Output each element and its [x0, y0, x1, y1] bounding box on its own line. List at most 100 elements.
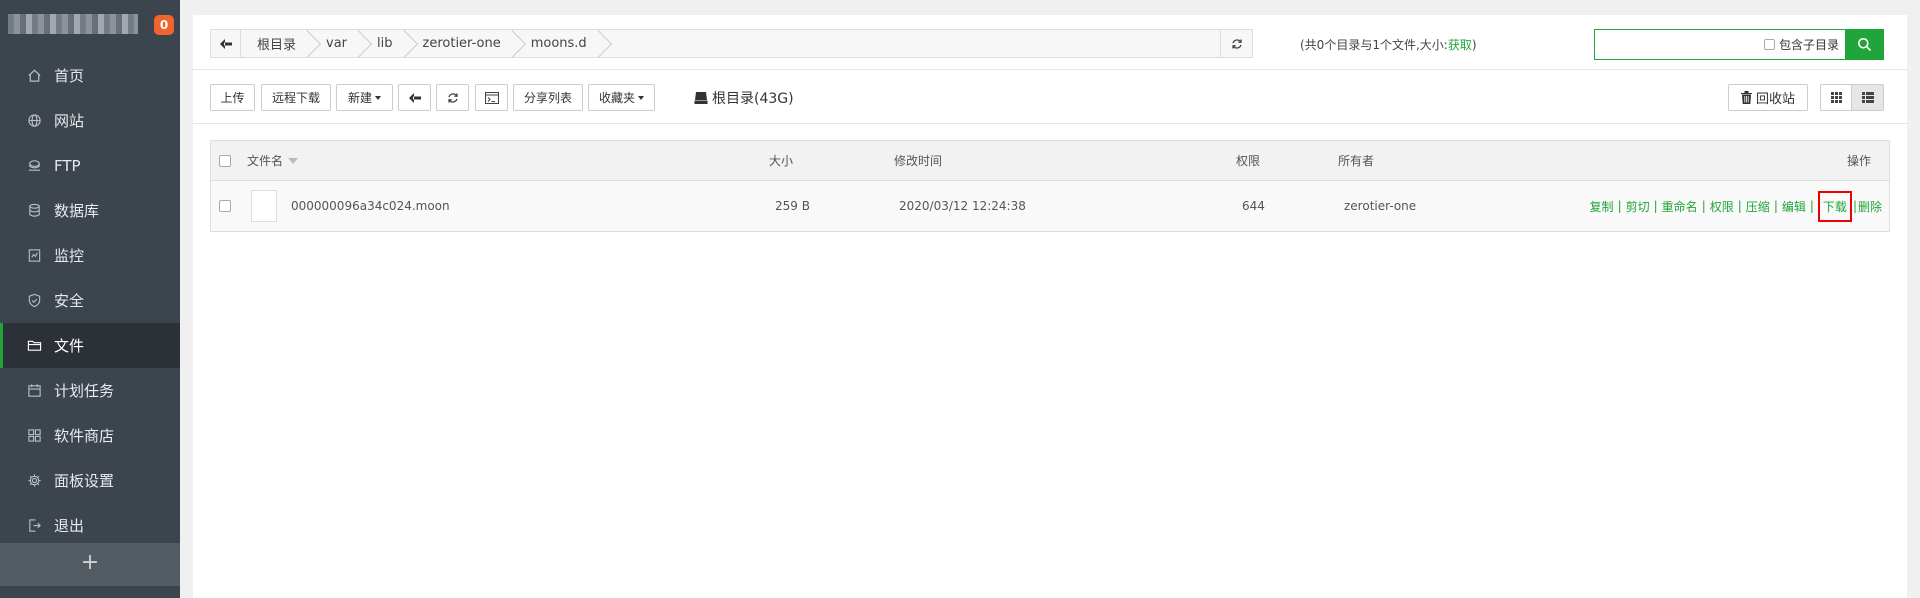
refresh-button[interactable]	[436, 84, 469, 111]
row-actions: 复制 | 剪切 | 重命名 | 权限 | 压缩 | 编辑 | 下载 | 删除	[1590, 181, 1882, 231]
remote-download-button[interactable]: 远程下载	[261, 84, 331, 111]
back-arrow-button[interactable]	[211, 30, 241, 57]
folder-icon	[26, 338, 42, 354]
arrow-left-icon	[219, 38, 232, 49]
file-search: 包含子目录	[1594, 29, 1884, 60]
arrow-left-icon	[408, 92, 421, 103]
copy-link[interactable]: 复制	[1590, 198, 1614, 215]
toolbar: 上传 远程下载 新建 分享列表 收藏夹 根目录(43G) 回收站	[193, 70, 1907, 124]
back-button[interactable]	[398, 84, 431, 111]
home-icon	[26, 68, 42, 84]
breadcrumb-segment[interactable]: moons.d	[515, 30, 601, 57]
sidebar-item-label: 首页	[54, 67, 85, 85]
breadcrumb-segment[interactable]: zerotier-one	[407, 30, 515, 57]
gear-icon	[26, 473, 42, 489]
refresh-icon	[447, 92, 458, 103]
file-table: 文件名 大小 修改时间 权限 所有者 操作 000000096a34c024.m…	[210, 140, 1890, 232]
header-actions: 操作	[1846, 154, 1871, 168]
sidebar-item-label: 退出	[54, 517, 85, 535]
sidebar-item-logout[interactable]: 退出	[0, 503, 180, 548]
path-bar-row: 根目录 var lib zerotier-one moons.d (共0个目录与…	[193, 15, 1907, 70]
sidebar-item-label: 安全	[54, 292, 85, 310]
share-list-button[interactable]: 分享列表	[513, 84, 583, 111]
terminal-button[interactable]	[475, 84, 508, 111]
header-size[interactable]: 大小	[769, 141, 793, 180]
terminal-icon	[484, 91, 499, 104]
search-input[interactable]	[1595, 30, 1764, 59]
table-header: 文件名 大小 修改时间 权限 所有者 操作	[211, 141, 1889, 181]
file-icon	[251, 190, 277, 222]
include-subdir-option[interactable]: 包含子目录	[1763, 30, 1845, 59]
row-select-cell	[219, 181, 231, 231]
permissions-link[interactable]: 权限	[1710, 198, 1734, 215]
sidebar-item-monitor[interactable]: 监控	[0, 233, 180, 278]
notification-badge[interactable]: 0	[154, 15, 174, 35]
refresh-path-button[interactable]	[1220, 30, 1252, 57]
search-icon	[1857, 38, 1871, 52]
shield-icon	[26, 293, 42, 309]
file-name-cell[interactable]: 000000096a34c024.moon	[251, 181, 450, 231]
file-permissions[interactable]: 644	[1242, 181, 1265, 231]
rename-link[interactable]: 重命名	[1662, 198, 1698, 215]
cut-link[interactable]: 剪切	[1626, 198, 1650, 215]
calendar-icon	[26, 383, 42, 399]
table-row[interactable]: 000000096a34c024.moon 259 B 2020/03/12 1…	[211, 181, 1889, 231]
sidebar-item-label: FTP	[54, 156, 81, 175]
sidebar-item-ftp[interactable]: FTP	[0, 143, 180, 188]
caret-down-icon	[375, 95, 381, 100]
sidebar-item-files[interactable]: 文件	[0, 323, 180, 368]
sidebar-header: 0	[0, 0, 180, 50]
hard-drive-icon	[694, 92, 708, 104]
delete-link[interactable]: 删除	[1858, 198, 1882, 215]
recycle-bin-button[interactable]: 回收站	[1728, 84, 1808, 111]
file-modified-time: 2020/03/12 12:24:38	[899, 199, 1026, 213]
include-subdir-checkbox[interactable]	[1763, 39, 1775, 50]
disk-selector[interactable]: 根目录(43G)	[694, 88, 794, 108]
list-view-button[interactable]	[1851, 84, 1884, 111]
grid-view-button[interactable]	[1820, 84, 1852, 111]
upload-button[interactable]: 上传	[210, 84, 255, 111]
add-shortcut-button[interactable]: +	[0, 543, 180, 586]
download-link[interactable]: 下载	[1817, 190, 1852, 222]
row-checkbox[interactable]	[219, 200, 231, 212]
apps-icon	[26, 428, 42, 444]
sidebar-item-label: 计划任务	[54, 382, 115, 400]
logout-icon	[26, 518, 42, 534]
sidebar-item-label: 数据库	[54, 202, 100, 220]
blurred-server-name	[8, 14, 138, 34]
ftp-icon	[26, 158, 42, 174]
list-icon	[1861, 92, 1874, 103]
header-filename[interactable]: 文件名	[247, 141, 299, 180]
sidebar-item-label: 面板设置	[54, 472, 115, 490]
sidebar-item-settings[interactable]: 面板设置	[0, 458, 180, 503]
header-modified-time[interactable]: 修改时间	[894, 141, 942, 180]
sidebar-item-home[interactable]: 首页	[0, 53, 180, 98]
favorites-dropdown-button[interactable]: 收藏夹	[588, 84, 655, 111]
sidebar-item-security[interactable]: 安全	[0, 278, 180, 323]
new-dropdown-button[interactable]: 新建	[336, 84, 393, 111]
sidebar-item-app-store[interactable]: 软件商店	[0, 413, 180, 458]
sidebar-item-label: 网站	[54, 112, 85, 130]
sort-caret-icon	[288, 157, 299, 164]
edit-link[interactable]: 编辑	[1782, 198, 1806, 215]
file-name[interactable]: 000000096a34c024.moon	[291, 199, 450, 213]
sidebar-item-cron[interactable]: 计划任务	[0, 368, 180, 413]
monitor-icon	[26, 248, 42, 264]
select-all-checkbox[interactable]	[219, 154, 231, 167]
sidebar-menu: 首页 网站 FTP 数据库 监控 安全 文件 计划任务 软件商店 面板设置 退出	[0, 53, 180, 548]
database-icon	[26, 203, 42, 219]
header-owner: 所有者	[1338, 154, 1375, 168]
search-button[interactable]	[1845, 30, 1883, 59]
directory-summary: (共0个目录与1个文件,大小:获取)	[1300, 38, 1477, 52]
compress-link[interactable]: 压缩	[1746, 198, 1770, 215]
globe-icon	[26, 113, 42, 129]
refresh-icon	[1231, 38, 1242, 49]
breadcrumb-segment-root[interactable]: 根目录	[241, 30, 310, 57]
sidebar-item-label: 文件	[54, 337, 85, 355]
sidebar: 0 首页 网站 FTP 数据库 监控 安全 文件 计划任务 软件商店 面板设置 …	[0, 0, 180, 598]
sidebar-item-website[interactable]: 网站	[0, 98, 180, 143]
get-size-link[interactable]: 获取	[1448, 38, 1472, 52]
sidebar-item-database[interactable]: 数据库	[0, 188, 180, 233]
header-permissions: 权限	[1236, 154, 1261, 168]
trash-icon	[1740, 91, 1752, 104]
